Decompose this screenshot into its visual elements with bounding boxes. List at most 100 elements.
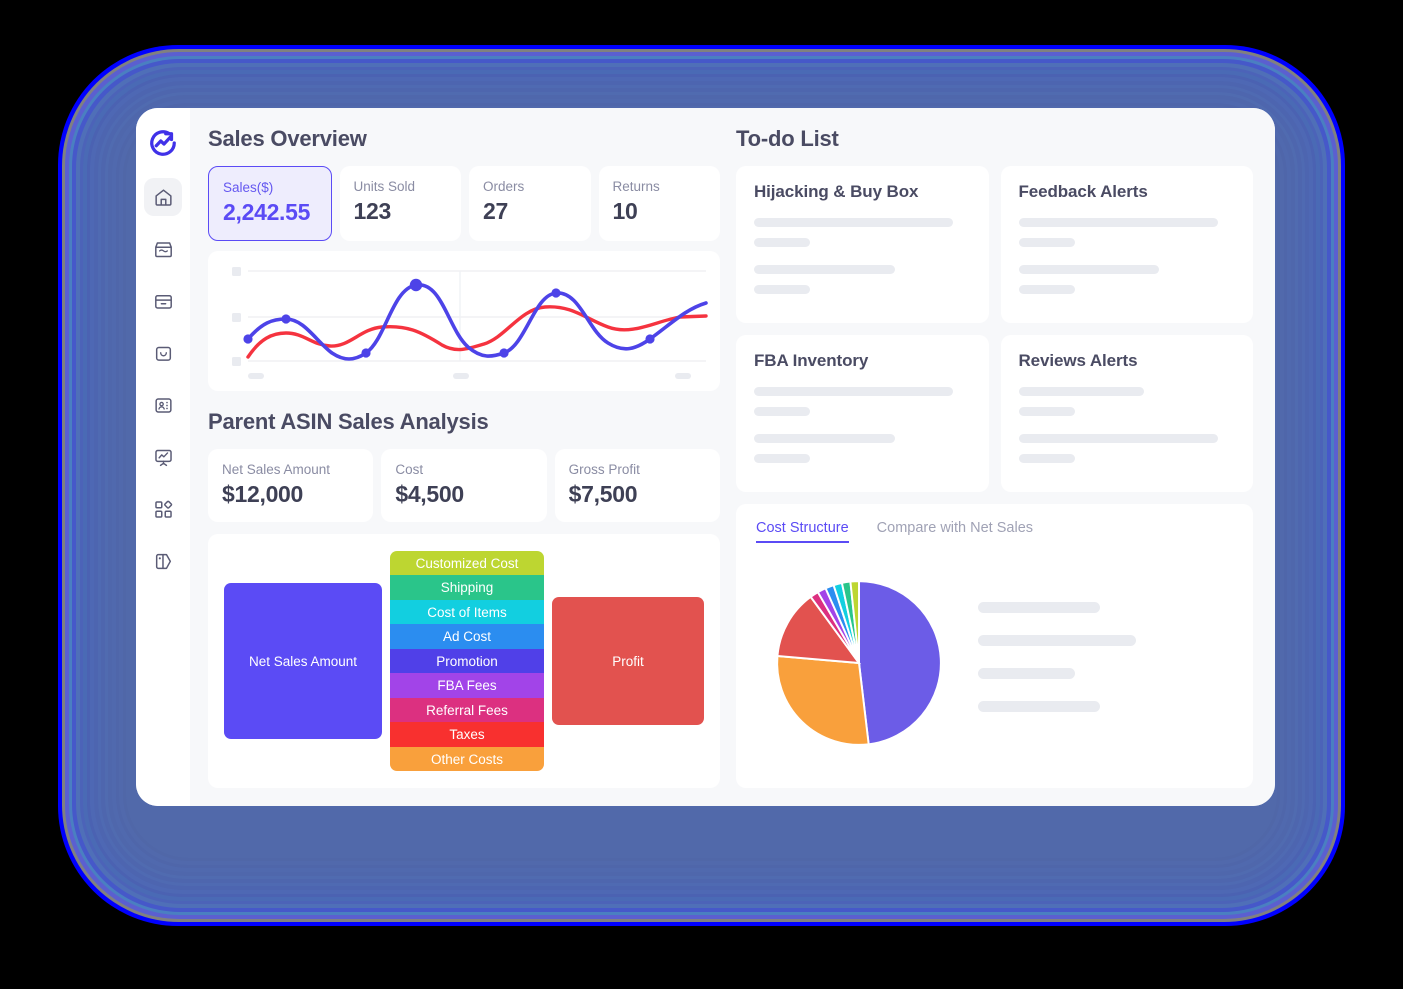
id-card-icon [154,397,172,413]
sidebar-item-orders[interactable] [144,334,182,372]
sidebar-item-store[interactable] [144,230,182,268]
app-logo[interactable] [146,126,180,160]
waterfall-profit-bar[interactable]: Profit [552,597,704,725]
y-tick-placeholder [232,267,241,276]
todo-card-title: Hijacking & Buy Box [754,182,919,201]
parent-asin-stat-label: Net Sales Amount [222,462,331,477]
sales-stat-value: 27 [483,198,508,224]
sales-stat-card[interactable]: Orders 27 [469,166,591,241]
waterfall-cost-segment[interactable]: Promotion [390,648,544,674]
chart-marker [645,334,655,344]
todo-skeleton-line [754,434,895,443]
todo-skeleton-line [1018,218,1218,227]
sales-stats-row: Sales($) 2,242.55 Units Sold 123 Orders 27 Ret… [208,166,720,241]
waterfall-cost-segment[interactable]: FBA Fees [390,673,544,698]
chart-marker [243,334,253,344]
sidebar-item-apps[interactable] [144,490,182,528]
chart-marker-active [409,278,423,292]
price-tag-icon [155,553,171,569]
parent-asin-stat-card[interactable]: Gross Profit $7,500 [554,449,720,522]
grid-apps-icon [154,500,172,518]
todo-skeleton-line [1018,434,1218,443]
sidebar-item-tags[interactable] [144,542,182,580]
sales-stat-label: Sales($) [223,180,274,195]
sales-overview-title: Sales Overview [208,126,367,151]
todo-card[interactable]: FBA Inventory [736,335,989,492]
parent-asin-stat-value: $12,000 [222,481,304,507]
todo-card-title: Reviews Alerts [1018,351,1138,370]
y-tick-placeholder [232,357,241,366]
todo-skeleton-line [754,218,954,227]
todo-card[interactable]: Reviews Alerts [1000,335,1253,492]
chart-line-series-2 [246,305,708,359]
todo-skeleton-line [754,454,811,463]
waterfall-net-sales-bar[interactable]: Net Sales Amount [224,583,382,739]
pie-legend-skeleton [978,634,1137,646]
todo-card[interactable]: Feedback Alerts [1000,166,1253,323]
waterfall-net-sales-label: Net Sales Amount [248,653,358,669]
chart-marker [361,348,371,358]
parent-asin-stat-label: Gross Profit [568,462,640,477]
cost-structure-tabs: Cost Structure Compare with Net Sales [756,520,1233,543]
sales-stat-card[interactable]: Sales($) 2,242.55 [208,166,332,241]
parent-asin-stat-card[interactable]: Cost $4,500 [381,449,547,522]
todo-skeleton-line [1018,407,1075,416]
waterfall-cost-stack: Customized Cost Shipping Cost of Items Ad C… [390,550,544,772]
parent-asin-stats-row: Net Sales Amount $12,000 Cost $4,500 Gross P… [208,449,720,522]
box-icon [154,294,172,309]
todo-skeleton-line [754,285,811,294]
sidebar-item-home[interactable] [144,178,182,216]
todo-card[interactable]: Hijacking & Buy Box [736,166,989,323]
pie-slice[interactable] [858,579,942,745]
cost-structure-body [756,553,1233,772]
sidebar-item-reports[interactable] [144,438,182,476]
sidebar-item-products[interactable] [144,282,182,320]
sales-stat-label: Units Sold [353,179,416,194]
pie-legend-skeleton [978,667,1075,679]
waterfall-cost-segment[interactable]: Other Costs [390,746,544,772]
y-tick-placeholder [232,313,241,322]
chart-marker [499,348,509,358]
waterfall-cost-segment[interactable]: Customized Cost [390,550,544,576]
chart-marker [281,314,291,324]
waterfall-cost-segment[interactable]: Ad Cost [390,624,544,649]
todo-skeleton-line [754,407,811,416]
sales-stat-value: 2,242.55 [223,199,311,225]
todo-skeleton-line [1018,238,1075,247]
main-content: Sales Overview Sales($) 2,242.55 Units Sol… [190,108,1275,806]
todo-skeleton-line [754,238,811,247]
parent-asin-title: Parent ASIN Sales Analysis [208,409,489,434]
sales-trend-chart [232,267,708,379]
parent-asin-stat-card[interactable]: Net Sales Amount $12,000 [208,449,374,522]
todo-cards-grid: Hijacking & Buy Box Feedback Alerts FBA In… [736,166,1253,492]
waterfall-cost-segment[interactable]: Shipping [390,575,544,600]
waterfall-cost-segment[interactable]: Taxes [390,722,544,747]
waterfall-cost-segment[interactable]: Cost of Items [390,599,544,625]
todo-skeleton-line [1018,265,1160,274]
todo-skeleton-line [754,387,954,396]
todo-skeleton-line [1018,454,1075,463]
todo-skeleton-line [1018,285,1075,294]
sales-stat-card[interactable]: Returns 10 [598,166,720,241]
sales-trend-chart-card[interactable] [208,251,720,391]
app-window: Sales Overview Sales($) 2,242.55 Units Sol… [136,108,1275,806]
chart-marker [551,288,561,298]
sidebar-item-customers[interactable] [144,386,182,424]
sales-stat-card[interactable]: Units Sold 123 [339,166,461,241]
trend-arrow-circle-icon [150,130,176,156]
sales-stat-value: 123 [353,198,392,224]
home-icon [154,188,172,206]
waterfall-cost-segment[interactable]: Referral Fees [390,697,544,723]
pie-slice[interactable] [776,654,870,746]
left-column: Sales Overview Sales($) 2,242.55 Units Sol… [208,126,720,788]
parent-asin-stat-label: Cost [395,462,424,477]
pie-legend-skeleton [978,601,1101,613]
cost-structure-legend [978,601,1233,724]
right-column: To-do List Hijacking & Buy Box Feedback A… [736,126,1253,788]
sales-stat-value: 10 [612,198,638,224]
cost-structure-tab[interactable]: Cost Structure [756,520,849,543]
cost-structure-pie-chart[interactable] [770,574,948,752]
cost-structure-tab[interactable]: Compare with Net Sales [877,520,1033,543]
parent-asin-stat-value: $7,500 [568,481,638,507]
x-tick-placeholder [248,373,264,379]
